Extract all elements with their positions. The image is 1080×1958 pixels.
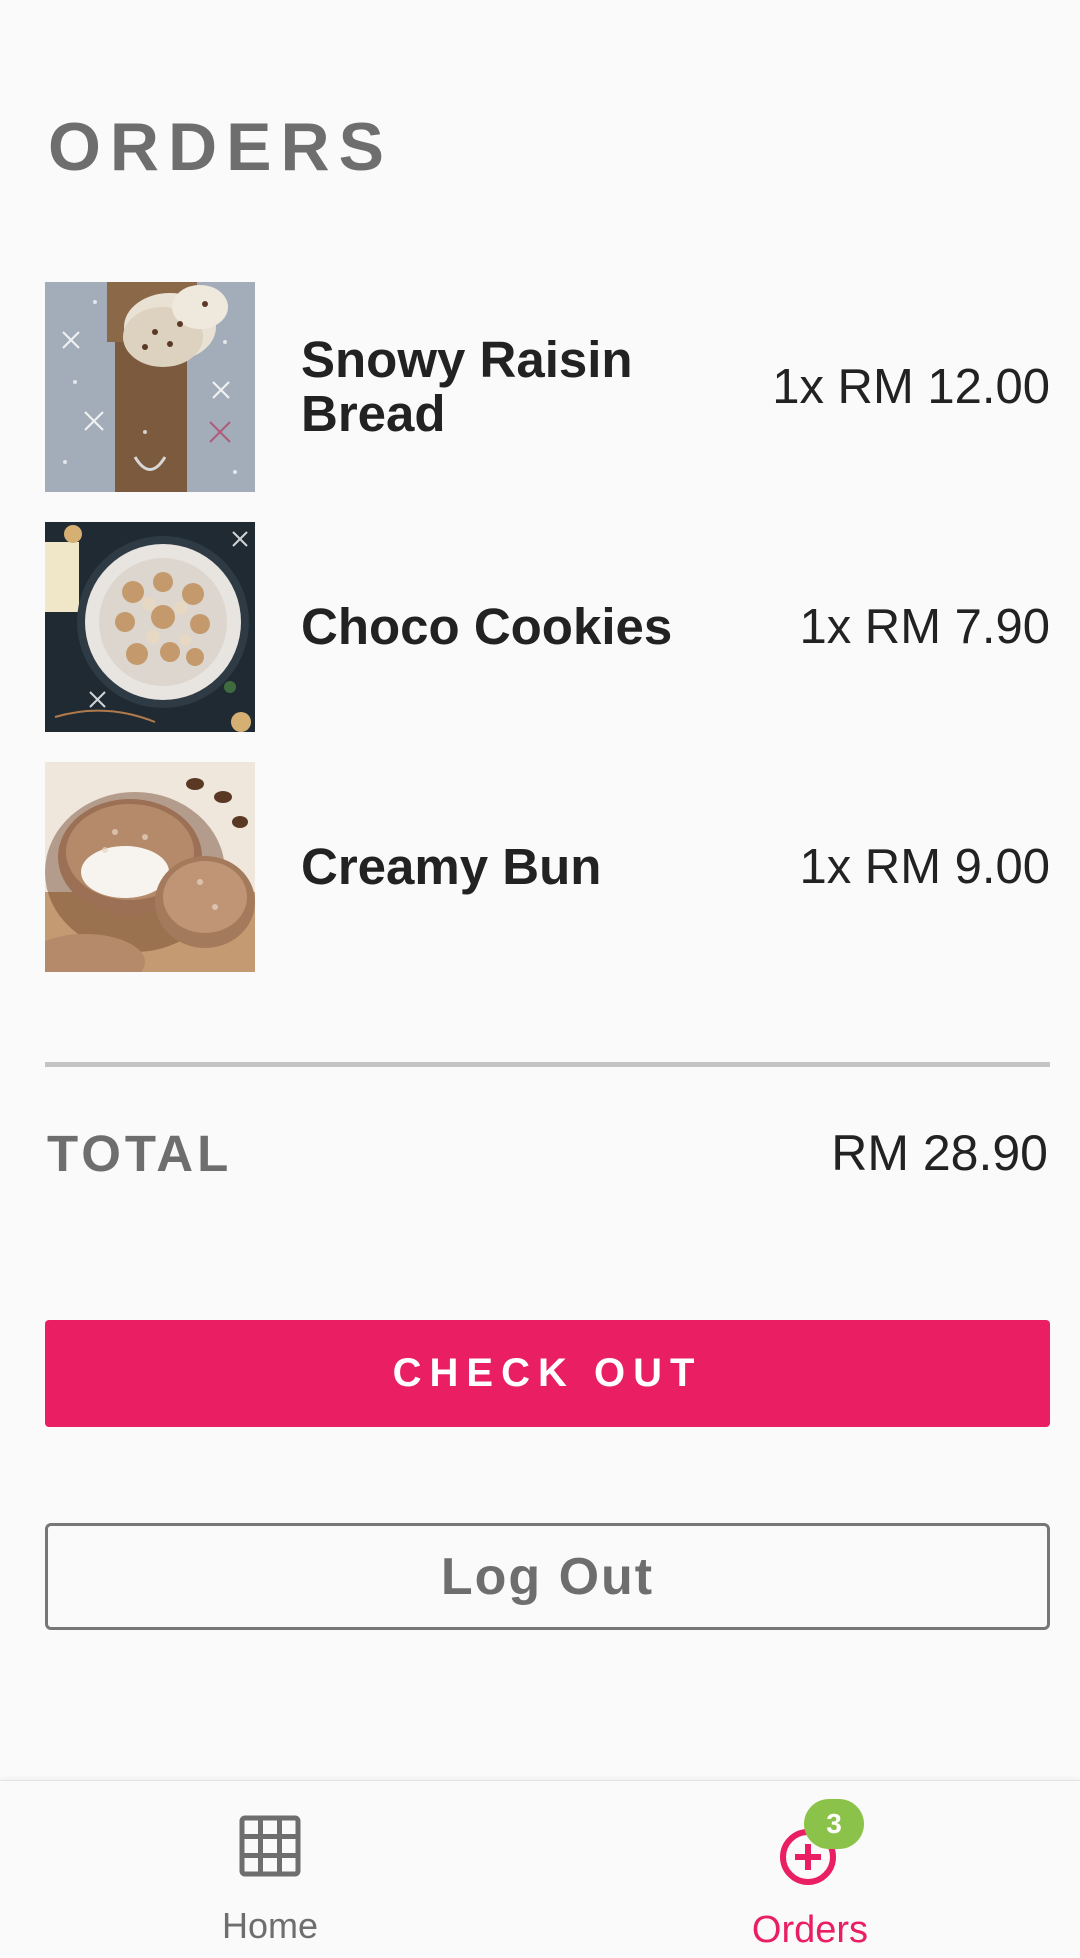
cookies-photo: [45, 522, 255, 732]
cream-bun-photo: [45, 762, 255, 972]
order-count-badge: 3: [804, 1799, 864, 1849]
total-label: TOTAL: [47, 1125, 233, 1182]
divider: [45, 1062, 1050, 1067]
item-name: Snowy Raisin Bread: [301, 331, 633, 442]
order-item[interactable]: Snowy Raisin Bread 1x RM 12.00: [45, 282, 1050, 492]
item-price: 1x RM 12.00: [772, 360, 1050, 414]
orders-screen: ORDERS Snowy Raisin Bread 1x RM 12.00 Ch…: [0, 0, 1080, 1958]
nav-item-orders[interactable]: 3 Orders: [540, 1781, 1080, 1958]
grid-icon: [239, 1815, 301, 1882]
total-value: RM 28.90: [831, 1125, 1048, 1181]
logout-button[interactable]: Log Out: [45, 1523, 1050, 1630]
raisin-bread-photo: [45, 282, 255, 492]
order-item[interactable]: Choco Cookies 1x RM 7.90: [45, 522, 1050, 732]
nav-item-home[interactable]: Home: [0, 1781, 540, 1958]
item-name: Choco Cookies: [301, 598, 673, 655]
nav-label-home: Home: [221, 1905, 319, 1946]
page-title: ORDERS: [48, 109, 393, 185]
item-price: 1x RM 7.90: [799, 600, 1050, 654]
order-item[interactable]: Creamy Bun 1x RM 9.00: [45, 762, 1050, 972]
item-name: Creamy Bun: [301, 838, 602, 895]
bottom-navigation: Home 3 Orders: [0, 1780, 1080, 1958]
nav-label-orders: Orders: [751, 1909, 869, 1951]
checkout-button[interactable]: CHECK OUT: [45, 1320, 1050, 1427]
item-price: 1x RM 9.00: [799, 840, 1050, 894]
